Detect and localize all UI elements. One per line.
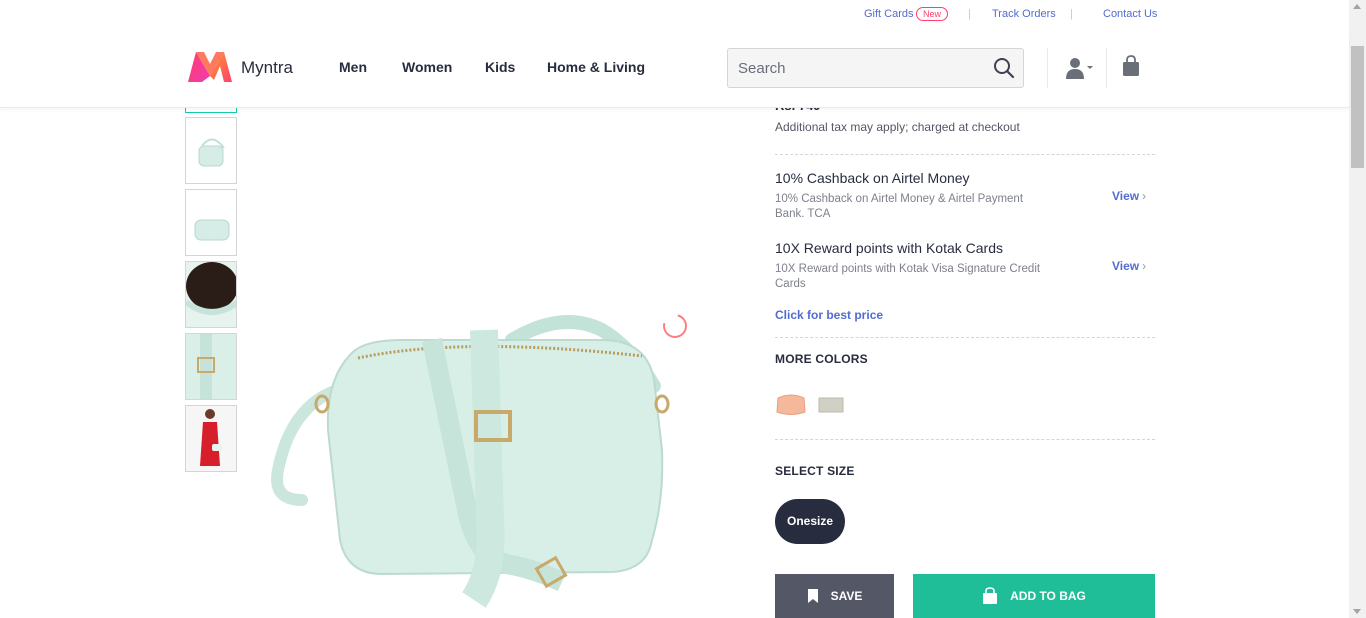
search-icon[interactable] [993, 57, 1015, 79]
view-label: View [1112, 259, 1140, 273]
scrollbar-thumb[interactable] [1351, 46, 1364, 168]
nav-men[interactable]: Men [339, 59, 367, 75]
track-orders-link[interactable]: Track Orders [992, 8, 1056, 20]
shopping-bag-icon [983, 587, 998, 604]
select-size-heading: SELECT SIZE [775, 464, 855, 478]
nav-women[interactable]: Women [402, 59, 452, 75]
thumbnail-4[interactable] [185, 261, 237, 328]
new-badge: New [916, 7, 949, 21]
best-price-link[interactable]: Click for best price [775, 308, 883, 322]
offer-title: 10X Reward points with Kotak Cards [775, 240, 1003, 256]
add-to-bag-label: ADD TO BAG [1010, 589, 1086, 603]
bag-thumbnail-image [198, 138, 225, 167]
nav-home-living[interactable]: Home & Living [547, 59, 645, 75]
nav-kids[interactable]: Kids [485, 59, 515, 75]
thumbnail-3[interactable] [185, 189, 237, 256]
more-colors-heading: MORE COLORS [775, 352, 868, 366]
bag-thumbnail-image [194, 219, 230, 241]
scroll-up-arrow-icon[interactable] [1353, 4, 1361, 9]
gift-cards-link[interactable]: Gift Cards [864, 8, 914, 20]
offer-view-link[interactable]: View › [1112, 189, 1146, 203]
bag-interior-image [186, 262, 236, 327]
product-main-image [271, 315, 670, 608]
divider [1106, 48, 1107, 88]
offer-view-link[interactable]: View › [1112, 259, 1146, 273]
size-onesize-button[interactable]: Onesize [775, 499, 845, 544]
color-swatch-grey[interactable] [815, 390, 847, 418]
offer-description: 10X Reward points with Kotak Visa Signat… [775, 263, 1041, 290]
thumbnail-6[interactable] [185, 405, 237, 472]
scroll-down-arrow-icon[interactable] [1353, 609, 1361, 614]
offer-title: 10% Cashback on Airtel Money [775, 170, 970, 186]
search-box [727, 48, 1024, 88]
chevron-right-icon: › [1142, 259, 1147, 273]
user-icon[interactable] [1065, 56, 1095, 80]
thumbnail-5[interactable] [185, 333, 237, 400]
model-image [186, 406, 236, 471]
save-label: SAVE [830, 589, 863, 603]
bookmark-icon [807, 589, 818, 603]
brand-name: Myntra [241, 58, 293, 77]
contact-us-link[interactable]: Contact Us [1103, 8, 1157, 20]
divider [1047, 48, 1048, 88]
myntra-logo-icon[interactable] [186, 50, 234, 84]
strap-detail-image [186, 334, 236, 399]
divider [775, 337, 1155, 338]
product-page: Gift Cards New | Track Orders | Contact … [0, 0, 1366, 618]
page-scrollbar[interactable] [1349, 0, 1366, 618]
utility-bar: Gift Cards New | Track Orders | Contact … [0, 0, 1349, 30]
tax-note: Additional tax may apply; charged at che… [775, 120, 1020, 134]
color-swatch-peach[interactable] [775, 390, 807, 418]
thumbnail-2[interactable] [185, 117, 237, 184]
divider [775, 439, 1155, 440]
chevron-right-icon: › [1142, 189, 1147, 203]
search-input[interactable] [728, 49, 978, 87]
separator: | [1070, 8, 1073, 20]
offer-description: 10% Cashback on Airtel Money & Airtel Pa… [775, 193, 1024, 220]
save-button[interactable]: SAVE [775, 574, 894, 618]
view-label: View [1112, 189, 1140, 203]
add-to-bag-button[interactable]: ADD TO BAG [913, 574, 1155, 618]
separator: | [968, 8, 971, 20]
site-header: Myntra Men Women Kids Home & Living [0, 30, 1349, 108]
shopping-bag-icon[interactable] [1122, 55, 1140, 77]
divider [775, 154, 1155, 155]
